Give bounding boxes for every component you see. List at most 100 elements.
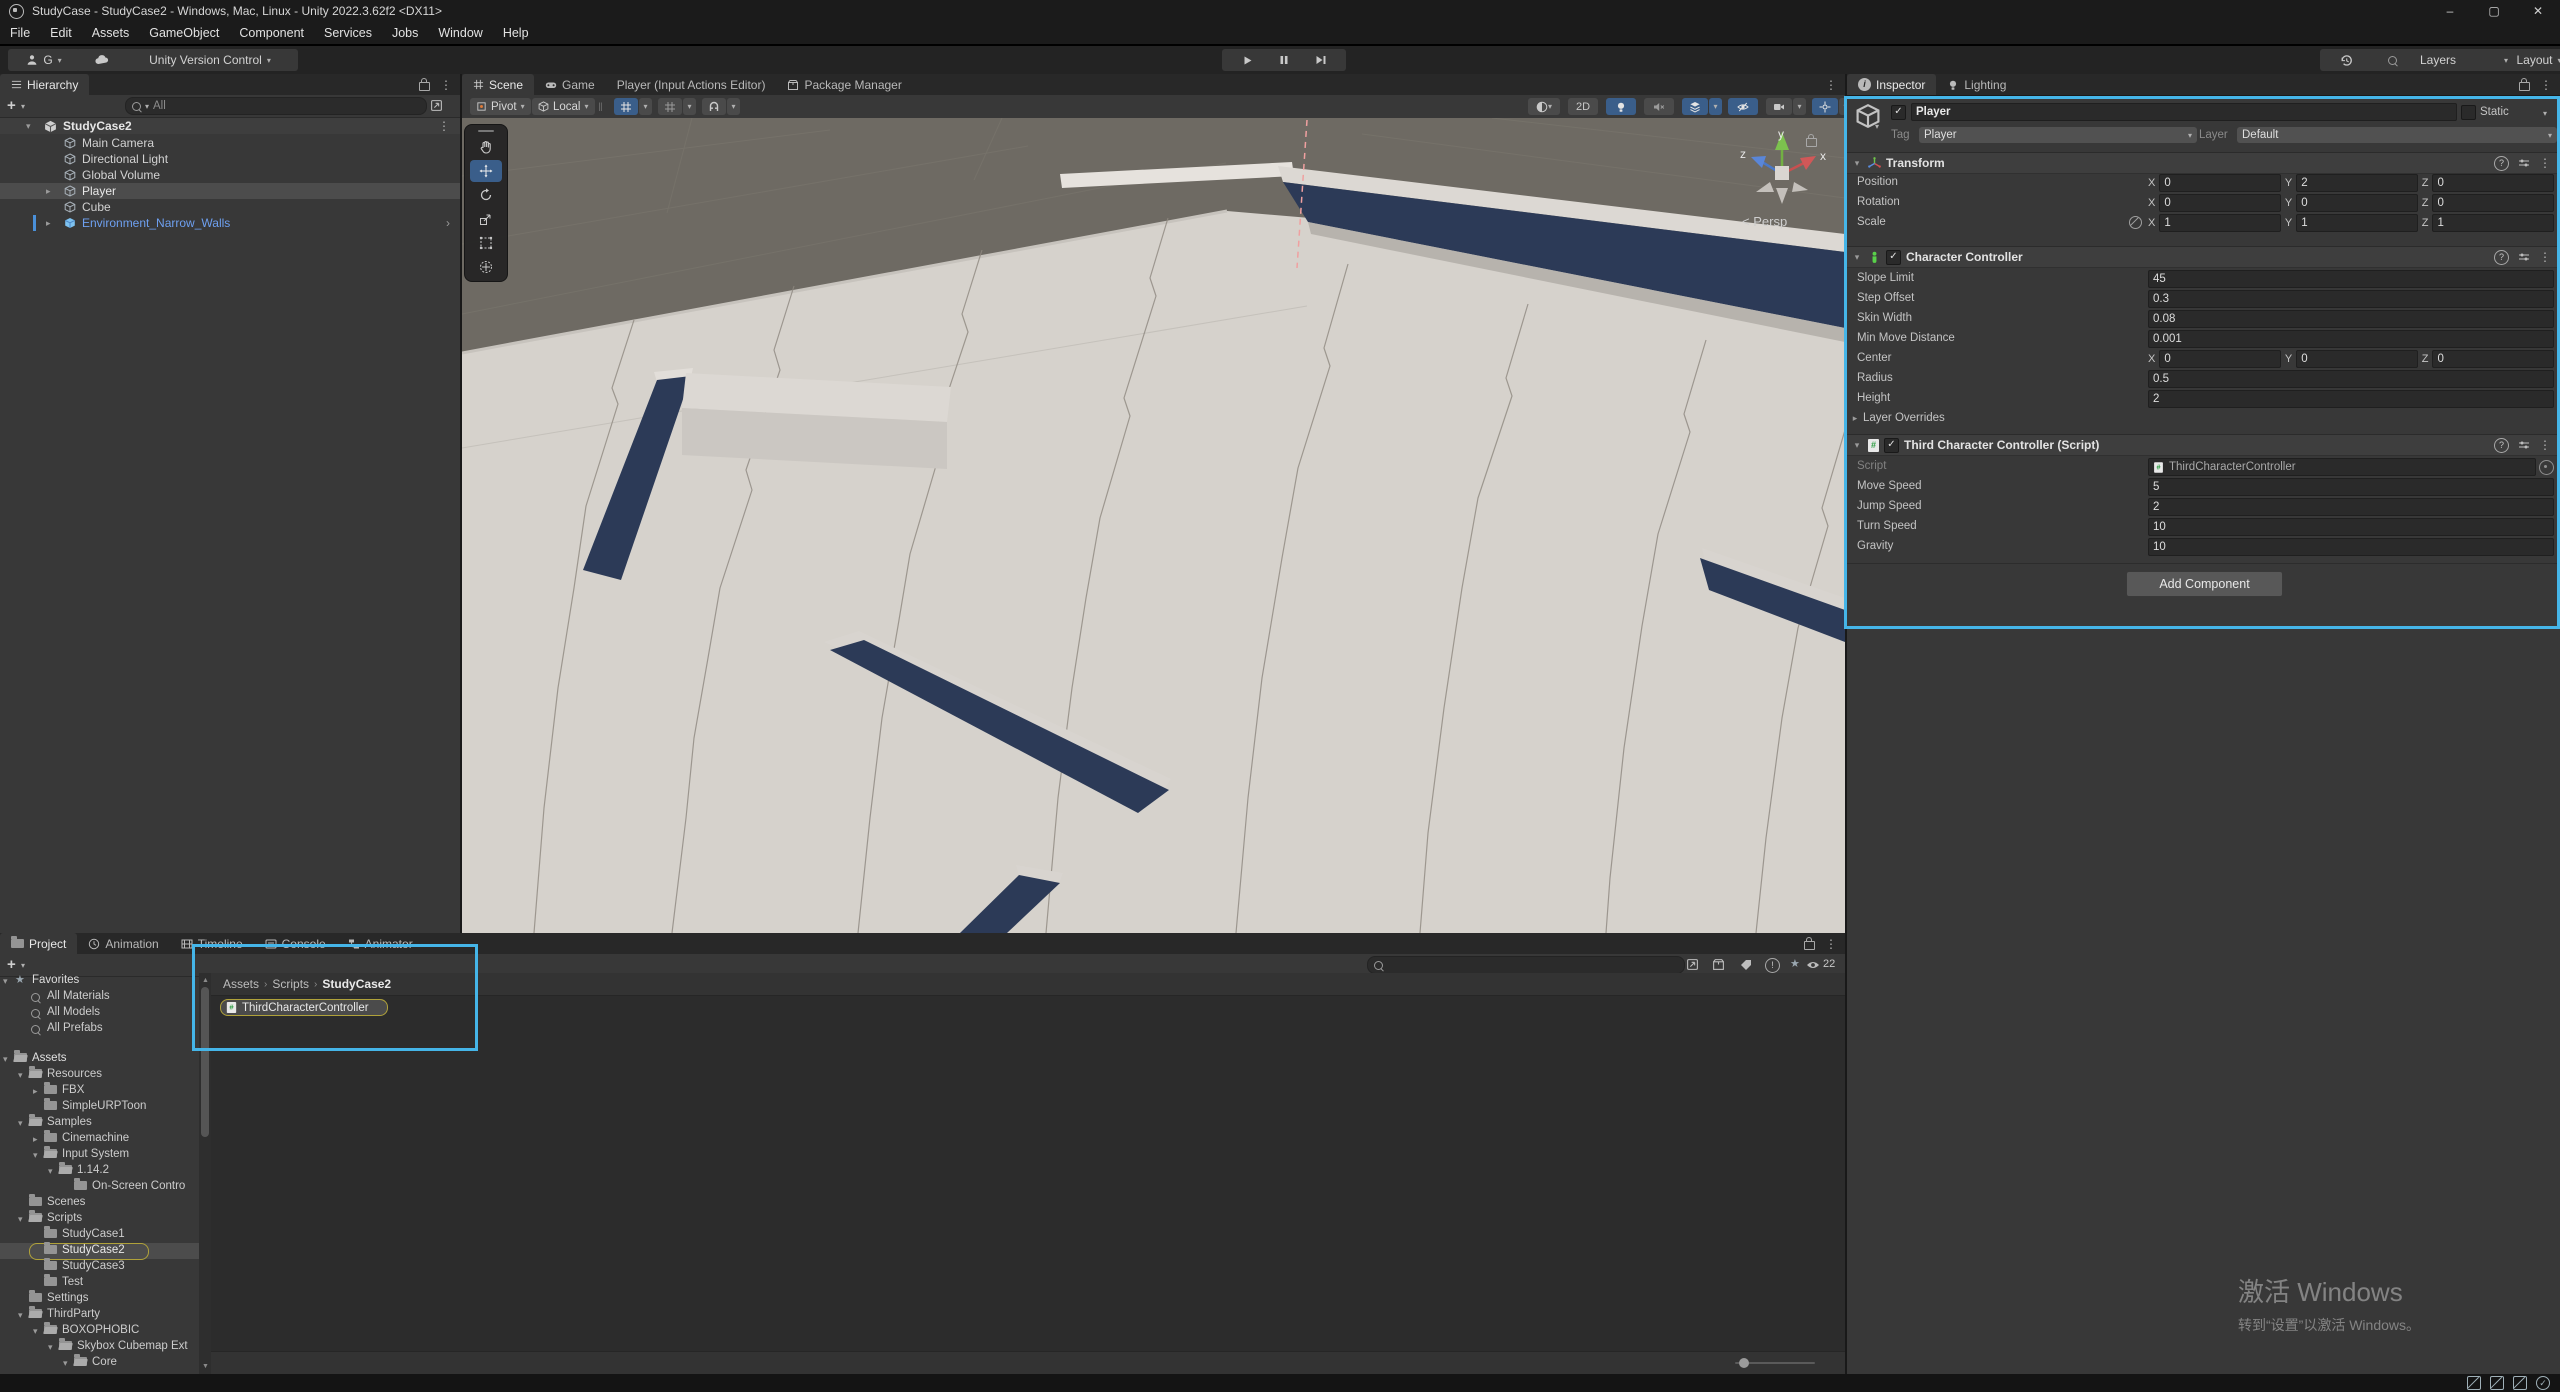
tab-console[interactable]: Console (254, 933, 337, 954)
scene-menu-icon[interactable]: ⋮ (438, 119, 450, 133)
foldout-icon[interactable]: ▾ (1851, 440, 1863, 451)
tag-dropdown[interactable]: Player▾ (1919, 127, 2197, 143)
increment-snap-button[interactable] (658, 98, 682, 115)
foldout-icon[interactable]: ▾ (3, 976, 8, 987)
tree-item-assets[interactable]: ▾ Assets (0, 1051, 199, 1067)
rotation-z-field[interactable]: 0 (2432, 194, 2554, 212)
presets-icon[interactable] (2518, 157, 2530, 169)
constrain-proportions-icon[interactable] (2129, 216, 2142, 229)
static-dropdown-icon[interactable]: ▾ (2543, 109, 2547, 118)
camera-settings-button[interactable] (1766, 98, 1792, 115)
tab-timeline[interactable]: Timeline (170, 933, 254, 954)
component-menu-icon[interactable]: ⋮ (2539, 156, 2551, 170)
lock-icon[interactable] (2519, 82, 2530, 91)
help-icon[interactable]: ? (2494, 156, 2509, 171)
minimize-button[interactable]: – (2428, 0, 2472, 22)
favorites-filter-icon[interactable]: ★ (1790, 957, 1800, 970)
maximize-button[interactable]: ▢ (2472, 0, 2516, 22)
tree-item-resources[interactable]: ▾ Resources (0, 1067, 199, 1083)
rotate-tool-button[interactable] (470, 184, 502, 206)
foldout-icon[interactable]: ▾ (18, 1214, 23, 1225)
foldout-icon[interactable]: ▾ (33, 1150, 38, 1161)
script-object-field[interactable]: ThirdCharacterController (2148, 458, 2536, 476)
tree-item-samples[interactable]: ▾ Samples (0, 1115, 199, 1131)
menu-services[interactable]: Services (314, 26, 382, 40)
tree-item-scenes[interactable]: Scenes (0, 1195, 199, 1211)
pick-window-icon[interactable] (1686, 958, 1699, 971)
search-by-type-icon[interactable] (1712, 958, 1725, 971)
scale-x-field[interactable]: 1 (2159, 214, 2281, 232)
prefab-open-chevron-icon[interactable]: › (446, 216, 450, 230)
component-enabled-checkbox[interactable]: ✓ (1886, 250, 1901, 265)
tab-animator[interactable]: Animator (337, 933, 424, 954)
tree-item-on-screen-controls[interactable]: On-Screen Contro (0, 1179, 199, 1195)
tray-security-check-icon[interactable] (2536, 1376, 2550, 1390)
foldout-icon[interactable]: ▾ (48, 1166, 53, 1177)
hierarchy-item-player[interactable]: ▸ Player (0, 183, 460, 199)
foldout-icon[interactable]: ▾ (3, 1054, 8, 1065)
presets-icon[interactable] (2518, 439, 2530, 451)
min-move-distance-field[interactable]: 0.001 (2148, 330, 2554, 348)
rotation-x-field[interactable]: 0 (2159, 194, 2281, 212)
center-x-field[interactable]: 0 (2159, 350, 2281, 368)
script-component-header[interactable]: ▾ ✓ Third Character Controller (Script) … (1847, 434, 2560, 456)
tree-item-thirdparty[interactable]: ▾ ThirdParty (0, 1307, 199, 1323)
asset-thirdcharactercontroller[interactable]: ThirdCharacterController (220, 999, 388, 1016)
create-dropdown-icon[interactable]: ▾ (21, 102, 25, 111)
slider-knob[interactable] (1739, 1358, 1749, 1368)
foldout-icon[interactable]: ▾ (63, 1358, 68, 1369)
favorites-all-models[interactable]: All Models (0, 1005, 199, 1021)
pivot-mode-dropdown[interactable]: Pivot▾ (470, 98, 531, 115)
skin-width-field[interactable]: 0.08 (2148, 310, 2554, 328)
lock-icon[interactable] (1804, 941, 1815, 950)
hierarchy-item-main-camera[interactable]: Main Camera (0, 135, 460, 151)
2d-toggle[interactable]: 2D (1568, 98, 1598, 115)
tree-item-scripts[interactable]: ▾ Scripts (0, 1211, 199, 1227)
menu-component[interactable]: Component (229, 26, 314, 40)
overlay-drag-handle[interactable] (478, 130, 494, 132)
tree-item-1-14-2[interactable]: ▾ 1.14.2 (0, 1163, 199, 1179)
foldout-icon[interactable]: ▸ (46, 218, 51, 229)
tab-input-actions-editor[interactable]: Player (Input Actions Editor) (606, 74, 777, 95)
object-picker-icon[interactable] (2539, 460, 2554, 475)
layer-overrides-foldout[interactable]: ▸ Layer Overrides (1847, 410, 2560, 428)
radius-field[interactable]: 0.5 (2148, 370, 2554, 388)
favorites-all-prefabs[interactable]: All Prefabs (0, 1021, 199, 1037)
static-checkbox[interactable] (2461, 105, 2476, 120)
tray-notifications-disabled-icon[interactable] (2513, 1376, 2527, 1390)
gizmo-lock-icon[interactable] (1806, 138, 1817, 147)
search-by-label-icon[interactable] (1740, 959, 1752, 971)
project-search-input[interactable] (1367, 956, 1685, 974)
turn-speed-field[interactable]: 10 (2148, 518, 2554, 536)
panel-menu-icon[interactable]: ⋮ (440, 78, 452, 92)
foldout-icon[interactable]: ▾ (48, 1342, 53, 1353)
foldout-icon[interactable]: ▾ (18, 1310, 23, 1321)
scroll-up-icon[interactable]: ▲ (202, 977, 209, 984)
component-enabled-checkbox[interactable]: ✓ (1884, 438, 1899, 453)
foldout-icon[interactable]: ▸ (46, 186, 51, 197)
tree-item-studycase1[interactable]: StudyCase1 (0, 1227, 199, 1243)
scale-z-field[interactable]: 1 (2432, 214, 2554, 232)
menu-file[interactable]: File (0, 26, 40, 40)
tree-item-studycase3[interactable]: StudyCase3 (0, 1259, 199, 1275)
height-field[interactable]: 2 (2148, 390, 2554, 408)
tree-item-test[interactable]: Test (0, 1275, 199, 1291)
effects-toggle[interactable] (1682, 98, 1708, 115)
position-y-field[interactable]: 2 (2296, 174, 2418, 192)
shading-mode-dropdown[interactable]: ▾ (1528, 98, 1560, 115)
hierarchy-item-cube[interactable]: Cube (0, 199, 460, 215)
tab-scene[interactable]: Scene (462, 74, 534, 95)
foldout-icon[interactable]: ▸ (33, 1086, 38, 1097)
tray-sync-disabled-icon[interactable] (2490, 1376, 2504, 1390)
scrollbar-thumb[interactable] (201, 987, 209, 1137)
audio-toggle[interactable] (1644, 98, 1674, 115)
foldout-icon[interactable]: ▾ (18, 1118, 23, 1129)
tab-inspector[interactable]: i Inspector (1847, 74, 1936, 95)
tree-item-simpleurptoon[interactable]: SimpleURPToon (0, 1099, 199, 1115)
rect-tool-button[interactable] (470, 232, 502, 254)
tab-project[interactable]: Project (0, 933, 77, 954)
menu-help[interactable]: Help (493, 26, 539, 40)
position-x-field[interactable]: 0 (2159, 174, 2281, 192)
foldout-icon[interactable]: ▾ (33, 1326, 38, 1337)
snap-button[interactable] (702, 98, 726, 115)
